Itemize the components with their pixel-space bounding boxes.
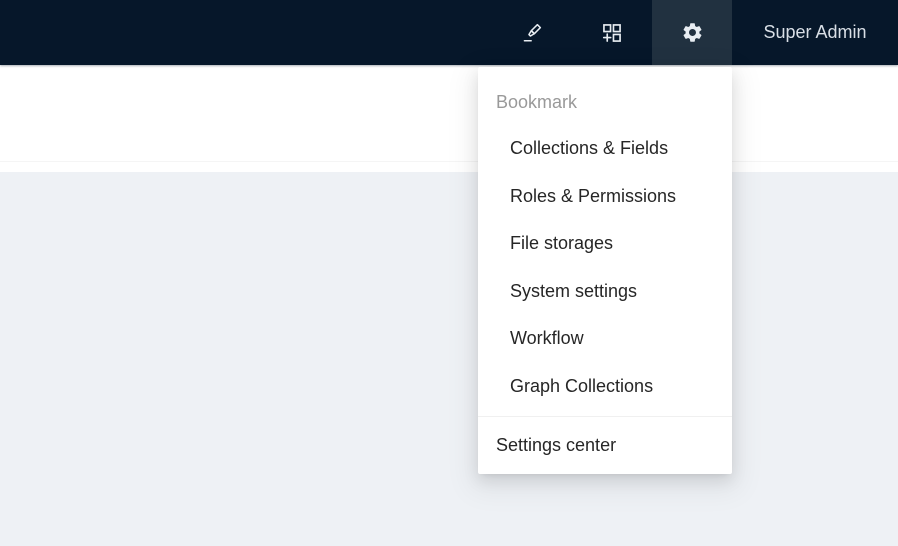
subheader-divider xyxy=(0,161,898,162)
appstore-add-icon xyxy=(601,22,623,44)
settings-dropdown-menu: Bookmark Collections & Fields Roles & Pe… xyxy=(478,67,732,474)
settings-center-button[interactable] xyxy=(652,0,732,65)
menu-item-settings-center[interactable]: Settings center xyxy=(478,417,732,474)
app-screen: Super Admin Bookmark Collections & Field… xyxy=(0,0,898,546)
highlighter-icon xyxy=(521,21,544,44)
menu-item-collections-and-fields[interactable]: Collections & Fields xyxy=(478,125,732,173)
main-content-area xyxy=(0,172,898,546)
user-label: Super Admin xyxy=(763,22,866,43)
ui-editor-button[interactable] xyxy=(492,0,572,65)
menu-item-file-storages[interactable]: File storages xyxy=(478,220,732,268)
menu-item-roles-and-permissions[interactable]: Roles & Permissions xyxy=(478,173,732,221)
menu-item-graph-collections[interactable]: Graph Collections xyxy=(478,363,732,411)
gear-icon xyxy=(681,21,704,44)
navbar-spacer xyxy=(0,0,492,65)
top-navbar: Super Admin xyxy=(0,0,898,65)
page-subheader xyxy=(0,65,898,172)
menu-group-label-bookmark: Bookmark xyxy=(478,79,732,125)
menu-item-workflow[interactable]: Workflow xyxy=(478,315,732,363)
plugin-manager-button[interactable] xyxy=(572,0,652,65)
menu-item-system-settings[interactable]: System settings xyxy=(478,268,732,316)
current-user-menu[interactable]: Super Admin xyxy=(732,0,898,65)
